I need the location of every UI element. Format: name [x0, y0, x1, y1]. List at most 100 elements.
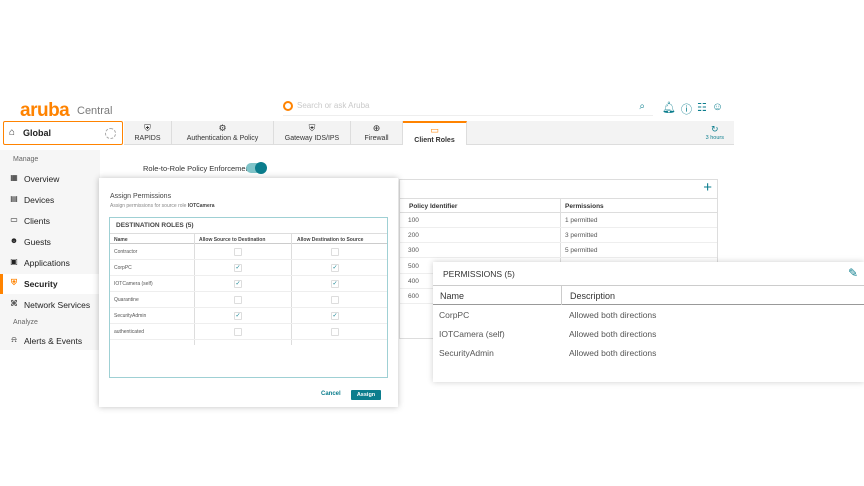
sidebar-item-label: Devices	[24, 195, 55, 205]
tab-gateway-ids-ips[interactable]: ⛨ Gateway IDS/IPS	[274, 121, 351, 145]
source-role: IOTCamera	[187, 203, 215, 209]
src-to-dst-checkbox[interactable]: ✓	[234, 312, 242, 320]
applications-icon: ▣	[10, 257, 18, 266]
scope-label: Global	[23, 128, 52, 138]
column-header: Permissions	[565, 203, 604, 210]
column-header: Name	[114, 237, 128, 243]
search-icon[interactable]: ⌕	[639, 101, 645, 112]
sidebar-section-manage: Manage	[13, 156, 39, 163]
edit-pencil-icon[interactable]: ✎	[848, 266, 858, 280]
clients-icon: ▭	[10, 215, 18, 224]
aruba-search-icon	[283, 101, 293, 111]
permissions-panel: PERMISSIONS (5) ✎ Name Description CorpP…	[433, 262, 864, 382]
time-range-selector[interactable]: ↻ 3 hours	[706, 124, 724, 141]
dst-to-src-checkbox[interactable]: ✓	[331, 264, 339, 272]
table-row: IOTCamera (self) Allowed both directions	[433, 325, 864, 344]
column-divider	[561, 285, 562, 305]
permission-description: Allowed both directions	[569, 348, 657, 358]
sidebar-item-network-services[interactable]: ⌘ Network Services	[0, 295, 100, 315]
sidebar-item-guests[interactable]: ☻ Guests	[0, 232, 100, 252]
tab-label: Gateway IDS/IPS	[284, 135, 340, 142]
sidebar-item-alerts-events[interactable]: ⍾ Alerts & Events	[0, 331, 100, 351]
role-name: Contractor	[114, 249, 138, 255]
dst-to-src-checkbox[interactable]	[331, 248, 339, 256]
tab-authentication-policy[interactable]: ⚙ Authentication & Policy	[172, 121, 274, 145]
src-to-dst-checkbox[interactable]: ✓	[234, 280, 242, 288]
dst-to-src-checkbox[interactable]	[331, 296, 339, 304]
topbar-icons: 🔔︎ ⓘ ☷ ☺	[662, 101, 723, 117]
table-row: Quarantine	[110, 292, 387, 308]
table-row[interactable]: 200 3 permitted	[400, 228, 717, 243]
table-header: Name Allow Source to Destination Allow D…	[110, 233, 387, 244]
enforcement-label: Role-to-Role Policy Enforcement	[143, 164, 252, 173]
assign-permissions-modal: Assign Permissions Assign permissions fo…	[99, 178, 398, 407]
sidebar-item-label: Overview	[24, 174, 60, 184]
sidebar-item-devices[interactable]: ▤ Devices	[0, 190, 100, 210]
dst-to-src-checkbox[interactable]: ✓	[331, 312, 339, 320]
tab-client-roles[interactable]: ▭ Client Roles	[403, 121, 467, 145]
permission-description: Allowed both directions	[569, 310, 657, 320]
permissions-count: 5 permitted	[565, 247, 598, 254]
permission-name: CorpPC	[439, 310, 470, 320]
sidebar-item-label: Clients	[24, 216, 50, 226]
table-header: Name Description	[433, 285, 864, 305]
table-row: IOTCamera (self) ✓ ✓	[110, 276, 387, 292]
sidebar-item-applications[interactable]: ▣ Applications	[0, 253, 100, 273]
src-to-dst-checkbox[interactable]	[234, 248, 242, 256]
sidebar-item-label: Applications	[24, 258, 70, 268]
table-row[interactable]: 300 5 permitted	[400, 243, 717, 258]
column-header: Name	[440, 291, 465, 301]
policy-id: 400	[408, 278, 419, 285]
guests-icon: ☻	[9, 236, 19, 245]
shield-check-icon: ⛨	[308, 123, 316, 133]
column-header: Description	[570, 291, 616, 301]
src-to-dst-checkbox[interactable]	[234, 328, 242, 336]
table-row[interactable]: 100 1 permitted	[400, 213, 717, 228]
apps-grid-icon[interactable]: ☷	[697, 101, 707, 117]
bell-icon[interactable]: 🔔︎	[662, 101, 676, 117]
tab-label: Authentication & Policy	[186, 135, 259, 142]
home-icon: ⌂	[9, 127, 16, 138]
dst-to-src-checkbox[interactable]	[331, 328, 339, 336]
column-header: Allow Source to Destination	[199, 237, 266, 243]
user-icon[interactable]: ☺	[712, 101, 723, 117]
sidebar: Manage ▦ Overview ▤ Devices ▭ Clients ☻ …	[0, 150, 100, 350]
src-to-dst-checkbox[interactable]	[234, 296, 242, 304]
enforcement-toggle[interactable]	[246, 162, 267, 174]
table-row: SecurityAdmin Allowed both directions	[433, 344, 864, 363]
aruba-logo[interactable]: aruba	[20, 100, 70, 122]
dst-to-src-checkbox[interactable]: ✓	[331, 280, 339, 288]
policy-id: 300	[408, 247, 419, 254]
toggle-knob	[255, 162, 267, 174]
role-name: SecurityAdmin	[114, 313, 147, 319]
table-row: authenticated	[110, 324, 387, 340]
sidebar-item-label: Security	[24, 279, 58, 289]
modal-subtitle: Assign permissions for source role IOTCa…	[110, 203, 215, 209]
cancel-button[interactable]: Cancel	[321, 391, 341, 397]
tab-label: RAPIDS	[134, 135, 161, 142]
search-input[interactable]: Search or ask Aruba	[297, 101, 369, 110]
network-services-icon: ⌘	[10, 299, 18, 308]
tab-label: Client Roles	[414, 137, 455, 144]
tab-label: Firewall	[364, 135, 389, 142]
sidebar-item-security[interactable]: ⛨ Security	[0, 274, 100, 294]
table-row: SecurityAdmin ✓ ✓	[110, 308, 387, 324]
globe-icon: ⊕	[372, 123, 381, 133]
tab-rapids[interactable]: ⛨ RAPIDS	[124, 121, 172, 145]
sidebar-item-overview[interactable]: ▦ Overview	[0, 169, 100, 189]
add-role-icon[interactable]: +	[703, 179, 712, 196]
scope-selector[interactable]: ⌂ Global	[3, 121, 123, 145]
src-to-dst-checkbox[interactable]: ✓	[234, 264, 242, 272]
time-range-label: 3 hours	[705, 135, 724, 141]
tab-firewall[interactable]: ⊕ Firewall	[351, 121, 403, 145]
policy-id: 600	[408, 293, 419, 300]
search-bar[interactable]: Search or ask Aruba ⌕	[283, 101, 653, 116]
destination-roles-title: DESTINATION ROLES (5)	[116, 222, 194, 229]
help-icon[interactable]: ⓘ	[681, 101, 692, 117]
role-name: authenticated	[114, 329, 145, 335]
role-name: CorpPC	[114, 265, 132, 271]
security-icon: ⛨	[11, 278, 17, 287]
sidebar-section-analyze: Analyze	[13, 319, 38, 326]
sidebar-item-clients[interactable]: ▭ Clients	[0, 211, 100, 231]
assign-button[interactable]: Assign	[351, 390, 381, 400]
